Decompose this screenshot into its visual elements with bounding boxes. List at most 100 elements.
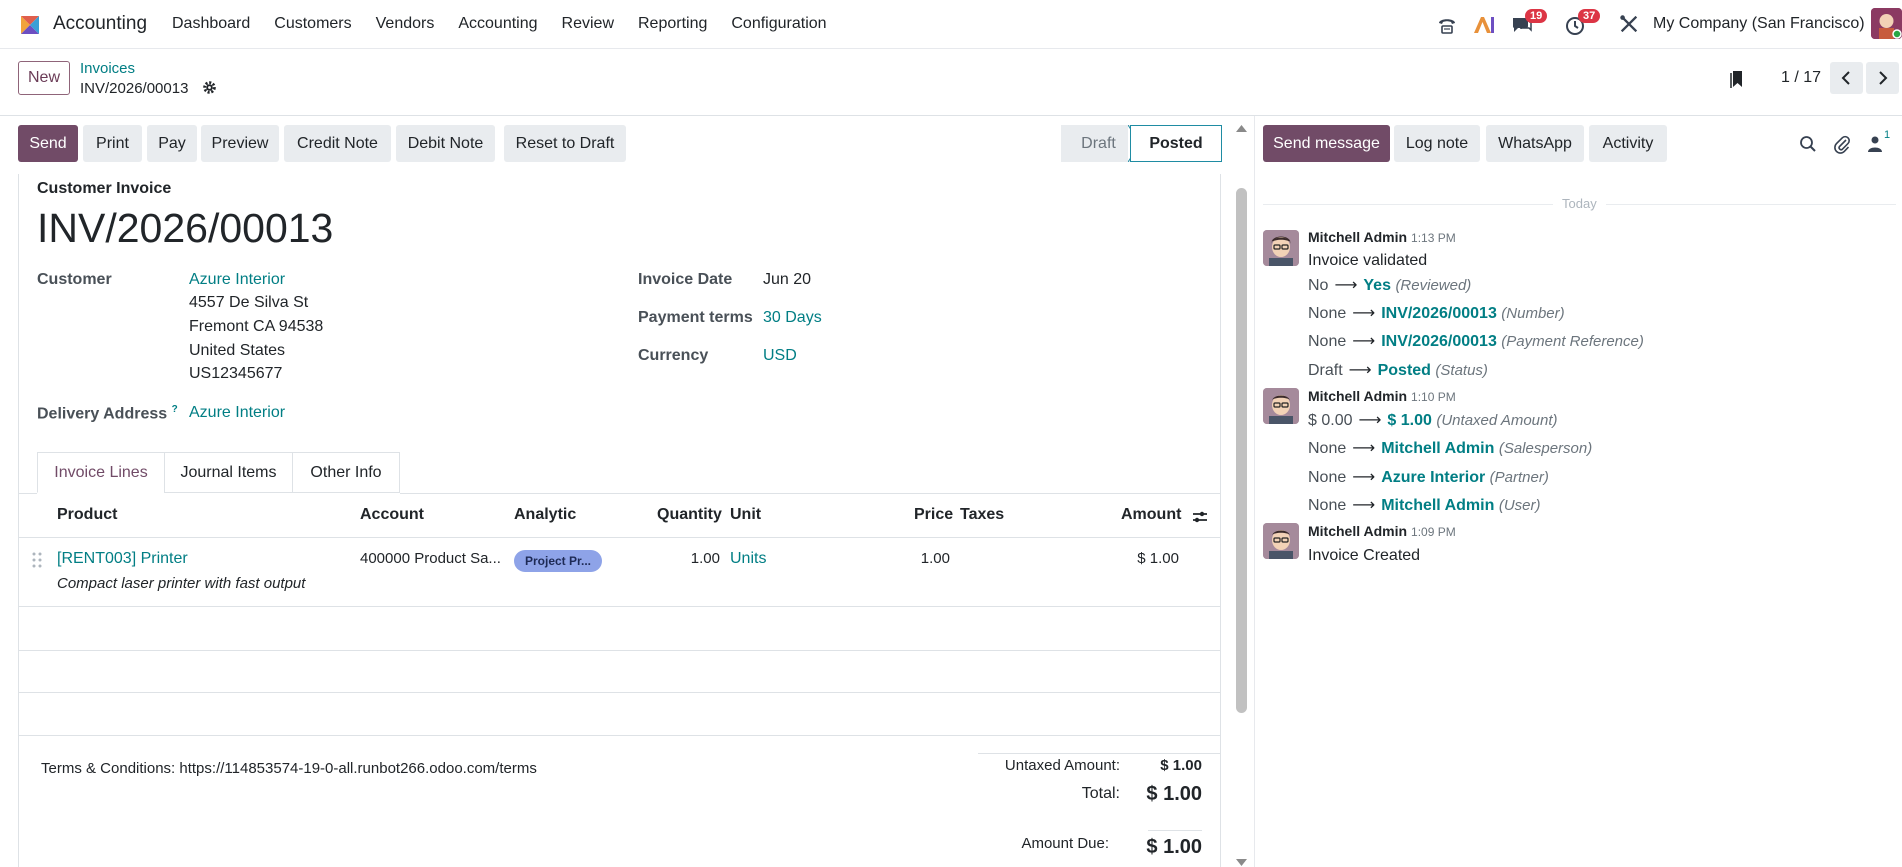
tab-journal-items[interactable]: Journal Items: [164, 452, 293, 493]
optional-columns-icon[interactable]: [1191, 508, 1209, 526]
line-analytic-tag[interactable]: Project Pr...: [514, 550, 602, 572]
avatar[interactable]: [1263, 523, 1299, 559]
line-account[interactable]: 400000 Product Sa...: [360, 550, 501, 567]
amount-due-value: $ 1.00: [1146, 836, 1202, 858]
col-product[interactable]: Product: [57, 506, 117, 524]
company-switcher[interactable]: My Company (San Francisco): [1653, 15, 1865, 33]
delivery-address-value[interactable]: Azure Interior: [189, 404, 285, 422]
payment-terms-value[interactable]: 30 Days: [763, 309, 822, 327]
payment-terms-label: Payment terms: [638, 309, 753, 326]
menu-vendors[interactable]: Vendors: [376, 15, 435, 33]
tracking-line: No ⟶ Yes (Reviewed): [1308, 275, 1471, 295]
pager-next-button[interactable]: [1866, 62, 1899, 94]
breadcrumb-current: INV/2026/00013: [80, 80, 189, 97]
tracking-old: $ 0.00: [1308, 412, 1353, 429]
scroll-up-icon[interactable]: [1235, 123, 1248, 133]
col-analytic[interactable]: Analytic: [514, 506, 576, 524]
app-name[interactable]: Accounting: [53, 13, 147, 35]
accounting-app-icon[interactable]: [18, 13, 42, 37]
tracking-line: None ⟶ Mitchell Admin (Salesperson): [1308, 438, 1592, 458]
activity-button[interactable]: Activity: [1589, 125, 1667, 162]
debit-note-button[interactable]: Debit Note: [396, 125, 495, 162]
send-button[interactable]: Send: [18, 125, 78, 162]
currency-value[interactable]: USD: [763, 347, 797, 365]
tracking-field: (Untaxed Amount): [1436, 412, 1558, 429]
menu-accounting[interactable]: Accounting: [458, 15, 537, 33]
author-name[interactable]: Mitchell Admin: [1308, 229, 1407, 245]
total-label: Total:: [1081, 785, 1120, 802]
log-note-button[interactable]: Log note: [1394, 125, 1480, 162]
author-name[interactable]: Mitchell Admin: [1308, 523, 1407, 539]
whatsapp-button[interactable]: WhatsApp: [1486, 125, 1584, 162]
menu-customers[interactable]: Customers: [274, 15, 351, 33]
tools-icon[interactable]: [1618, 13, 1640, 35]
line-amount[interactable]: $ 1.00: [1100, 550, 1179, 567]
paperclip-icon[interactable]: [1833, 134, 1851, 154]
address-line-1: 4557 De Silva St: [189, 294, 309, 311]
top-navbar: Accounting Dashboard Customers Vendors A…: [0, 0, 1902, 49]
tab-invoice-lines[interactable]: Invoice Lines: [37, 452, 165, 493]
invoice-date-value[interactable]: Jun 20: [763, 271, 811, 289]
tracking-old: None: [1308, 440, 1347, 457]
pay-button[interactable]: Pay: [147, 125, 197, 162]
arrow-right-icon: ⟶: [1352, 333, 1376, 350]
menu-configuration[interactable]: Configuration: [731, 15, 826, 33]
message-author[interactable]: Mitchell Admin 1:09 PM: [1308, 523, 1456, 539]
menu-review[interactable]: Review: [562, 15, 614, 33]
author-avatar-icon: [1263, 388, 1299, 424]
message-author[interactable]: Mitchell Admin 1:13 PM: [1308, 229, 1456, 245]
credit-note-button[interactable]: Credit Note: [284, 125, 391, 162]
line-price[interactable]: 1.00: [880, 550, 950, 567]
new-button[interactable]: New: [18, 61, 70, 95]
tracking-new: INV/2026/00013: [1381, 305, 1497, 322]
search-icon[interactable]: [1799, 135, 1817, 153]
scroll-down-icon[interactable]: [1235, 858, 1248, 867]
tracking-new: Mitchell Admin: [1381, 440, 1495, 457]
gear-icon[interactable]: [202, 80, 217, 95]
reset-to-draft-button[interactable]: Reset to Draft: [504, 125, 626, 162]
line-unit[interactable]: Units: [730, 550, 766, 568]
user-avatar[interactable]: [1871, 8, 1902, 39]
col-unit[interactable]: Unit: [730, 506, 761, 524]
col-quantity[interactable]: Quantity: [657, 506, 722, 524]
scrollbar-thumb[interactable]: [1236, 188, 1247, 713]
pager-value[interactable]: 1 / 17: [1781, 69, 1821, 87]
breadcrumb-invoices[interactable]: Invoices: [80, 60, 135, 77]
line-quantity[interactable]: 1.00: [656, 550, 720, 567]
bookmark-icon[interactable]: [1730, 69, 1746, 89]
delivery-address-text: Delivery Address: [37, 405, 168, 423]
message-time: 1:10 PM: [1411, 390, 1456, 404]
menu-dashboard[interactable]: Dashboard: [172, 15, 250, 33]
today-line-right: [1606, 204, 1896, 205]
author-name[interactable]: Mitchell Admin: [1308, 388, 1407, 404]
tab-other-info[interactable]: Other Info: [292, 452, 400, 493]
message-author[interactable]: Mitchell Admin 1:10 PM: [1308, 388, 1456, 404]
avatar[interactable]: [1263, 388, 1299, 424]
avatar[interactable]: [1263, 230, 1299, 266]
menu-reporting[interactable]: Reporting: [638, 15, 707, 33]
tracking-new: INV/2026/00013: [1381, 333, 1497, 350]
customer-name[interactable]: Azure Interior: [189, 271, 285, 289]
pager-previous-button[interactable]: [1830, 62, 1863, 94]
arrow-right-icon: ⟶: [1352, 497, 1376, 514]
address-line-3: United States: [189, 342, 286, 359]
col-amount[interactable]: Amount: [1121, 506, 1181, 524]
tracking-new: $ 1.00: [1387, 412, 1432, 429]
ai-icon[interactable]: [1472, 13, 1496, 37]
tracking-field: (User): [1498, 497, 1541, 514]
help-icon[interactable]: ?: [172, 404, 178, 415]
terms-and-conditions[interactable]: Terms & Conditions: https://114853574-19…: [41, 760, 537, 777]
preview-button[interactable]: Preview: [201, 125, 279, 162]
send-message-button[interactable]: Send message: [1263, 125, 1390, 162]
status-draft[interactable]: Draft: [1061, 125, 1136, 162]
drag-handle-icon[interactable]: [31, 551, 43, 569]
line-description[interactable]: Compact laser printer with fast output: [57, 575, 305, 592]
line-product[interactable]: [RENT003] Printer: [57, 550, 188, 568]
phone-icon[interactable]: [1435, 13, 1459, 37]
print-button[interactable]: Print: [83, 125, 142, 162]
col-price[interactable]: Price: [914, 506, 953, 524]
status-posted[interactable]: Posted: [1130, 125, 1222, 162]
col-account[interactable]: Account: [360, 506, 424, 524]
followers-icon[interactable]: [1867, 135, 1883, 153]
col-taxes[interactable]: Taxes: [960, 506, 1004, 524]
